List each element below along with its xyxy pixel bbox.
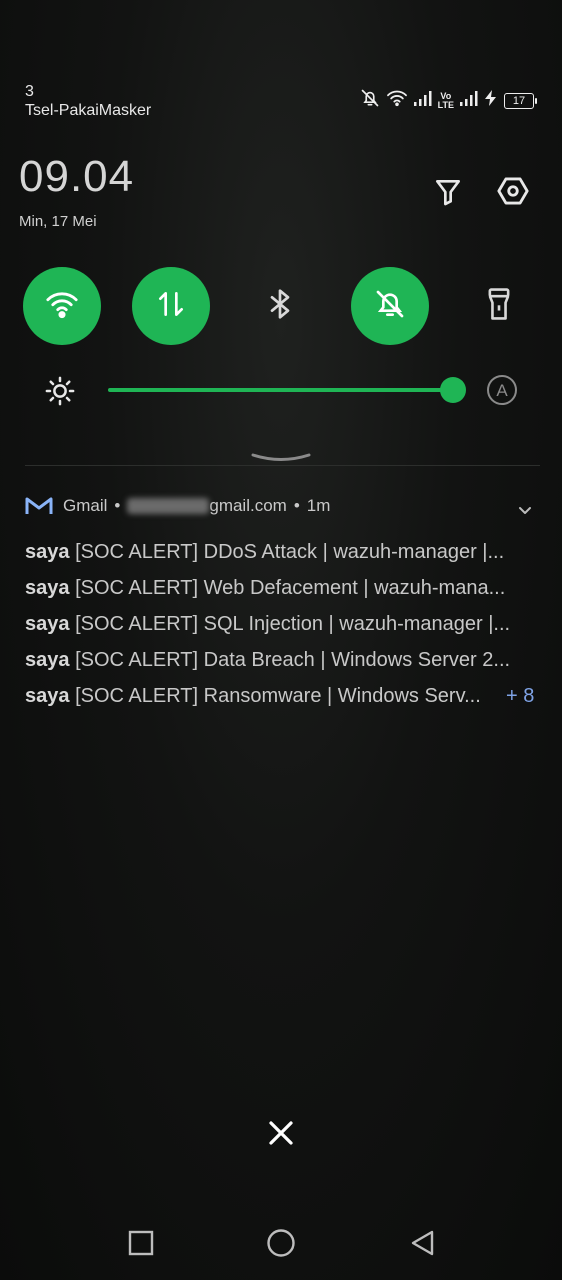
brightness-slider-track[interactable] [108,388,453,392]
charging-icon [484,90,498,111]
data-arrows-icon [155,288,187,325]
clock-time: 09.04 [19,152,135,201]
dnd-off-icon [360,88,380,113]
bullet-separator: • [114,496,121,515]
silent-mode-toggle[interactable] [351,267,429,345]
message-sender: saya [25,613,70,635]
signal-icon [413,90,432,111]
status-icons: Vo LTE 17 [360,88,537,113]
close-icon [266,1118,296,1153]
bell-off-icon [374,288,406,325]
brightness-icon [45,376,75,411]
settings-icon[interactable] [496,174,530,213]
message-text: [SOC ALERT] DDoS Attack | wazuh-manager … [75,541,505,563]
filter-icon[interactable] [432,176,464,213]
battery-icon: 17 [504,92,537,109]
message-text: [SOC ALERT] Data Breach | Windows Server… [75,649,511,671]
back-button[interactable] [410,1229,436,1262]
flashlight-icon [484,287,514,326]
date-label: Min, 17 Mei [19,213,97,230]
more-messages-count[interactable]: + 8 [506,685,534,708]
bluetooth-toggle[interactable] [241,267,319,345]
auto-brightness-button[interactable]: A [486,374,518,411]
message-sender: saya [25,685,70,707]
notification-time: 1m [306,496,331,515]
carrier-slot-number: 3 [25,83,34,100]
message-sender: saya [25,649,70,671]
chevron-down-icon[interactable] [517,503,533,521]
notification-account: gmail.com [209,496,287,515]
notification-message[interactable]: saya [SOC ALERT] Data Breach | Windows S… [25,649,530,672]
notification-header[interactable]: Gmail • gmail.com • 1m [25,496,330,516]
notification-message[interactable]: saya [SOC ALERT] Web Defacement | wazuh-… [25,577,530,600]
message-sender: saya [25,541,70,563]
message-text: [SOC ALERT] Ransomware | Windows Serv... [75,685,481,707]
bluetooth-icon [264,288,296,325]
wifi-toggle[interactable] [23,267,101,345]
divider [25,465,540,466]
notification-message[interactable]: saya [SOC ALERT] DDoS Attack | wazuh-man… [25,541,530,564]
carrier-name: Tsel-PakaiMasker [25,102,152,119]
notification-app-name: Gmail [63,496,108,515]
wifi-icon [45,287,79,326]
volte-bottom-label: LTE [437,99,454,110]
message-sender: saya [25,577,70,599]
mobile-data-toggle[interactable] [132,267,210,345]
home-button[interactable] [266,1228,296,1263]
panel-expand-handle[interactable] [251,451,311,469]
brightness-slider-thumb[interactable] [440,377,466,403]
message-text: [SOC ALERT] SQL Injection | wazuh-manage… [75,613,511,635]
message-text: [SOC ALERT] Web Defacement | wazuh-mana.… [75,577,506,599]
notification-message[interactable]: saya [SOC ALERT] Ransomware | Windows Se… [25,685,503,708]
wifi-icon [386,89,408,112]
clear-all-button[interactable] [256,1110,306,1160]
recent-apps-button[interactable] [128,1230,154,1261]
flashlight-toggle[interactable] [460,267,538,345]
signal-icon-2 [460,90,478,111]
bullet-separator-2: • [293,496,300,515]
redacted-email [127,498,210,514]
volte-icon: Vo LTE [437,91,454,110]
notification-message[interactable]: saya [SOC ALERT] SQL Injection | wazuh-m… [25,613,530,636]
auto-brightness-label: A [496,381,508,400]
gmail-icon [25,496,53,516]
